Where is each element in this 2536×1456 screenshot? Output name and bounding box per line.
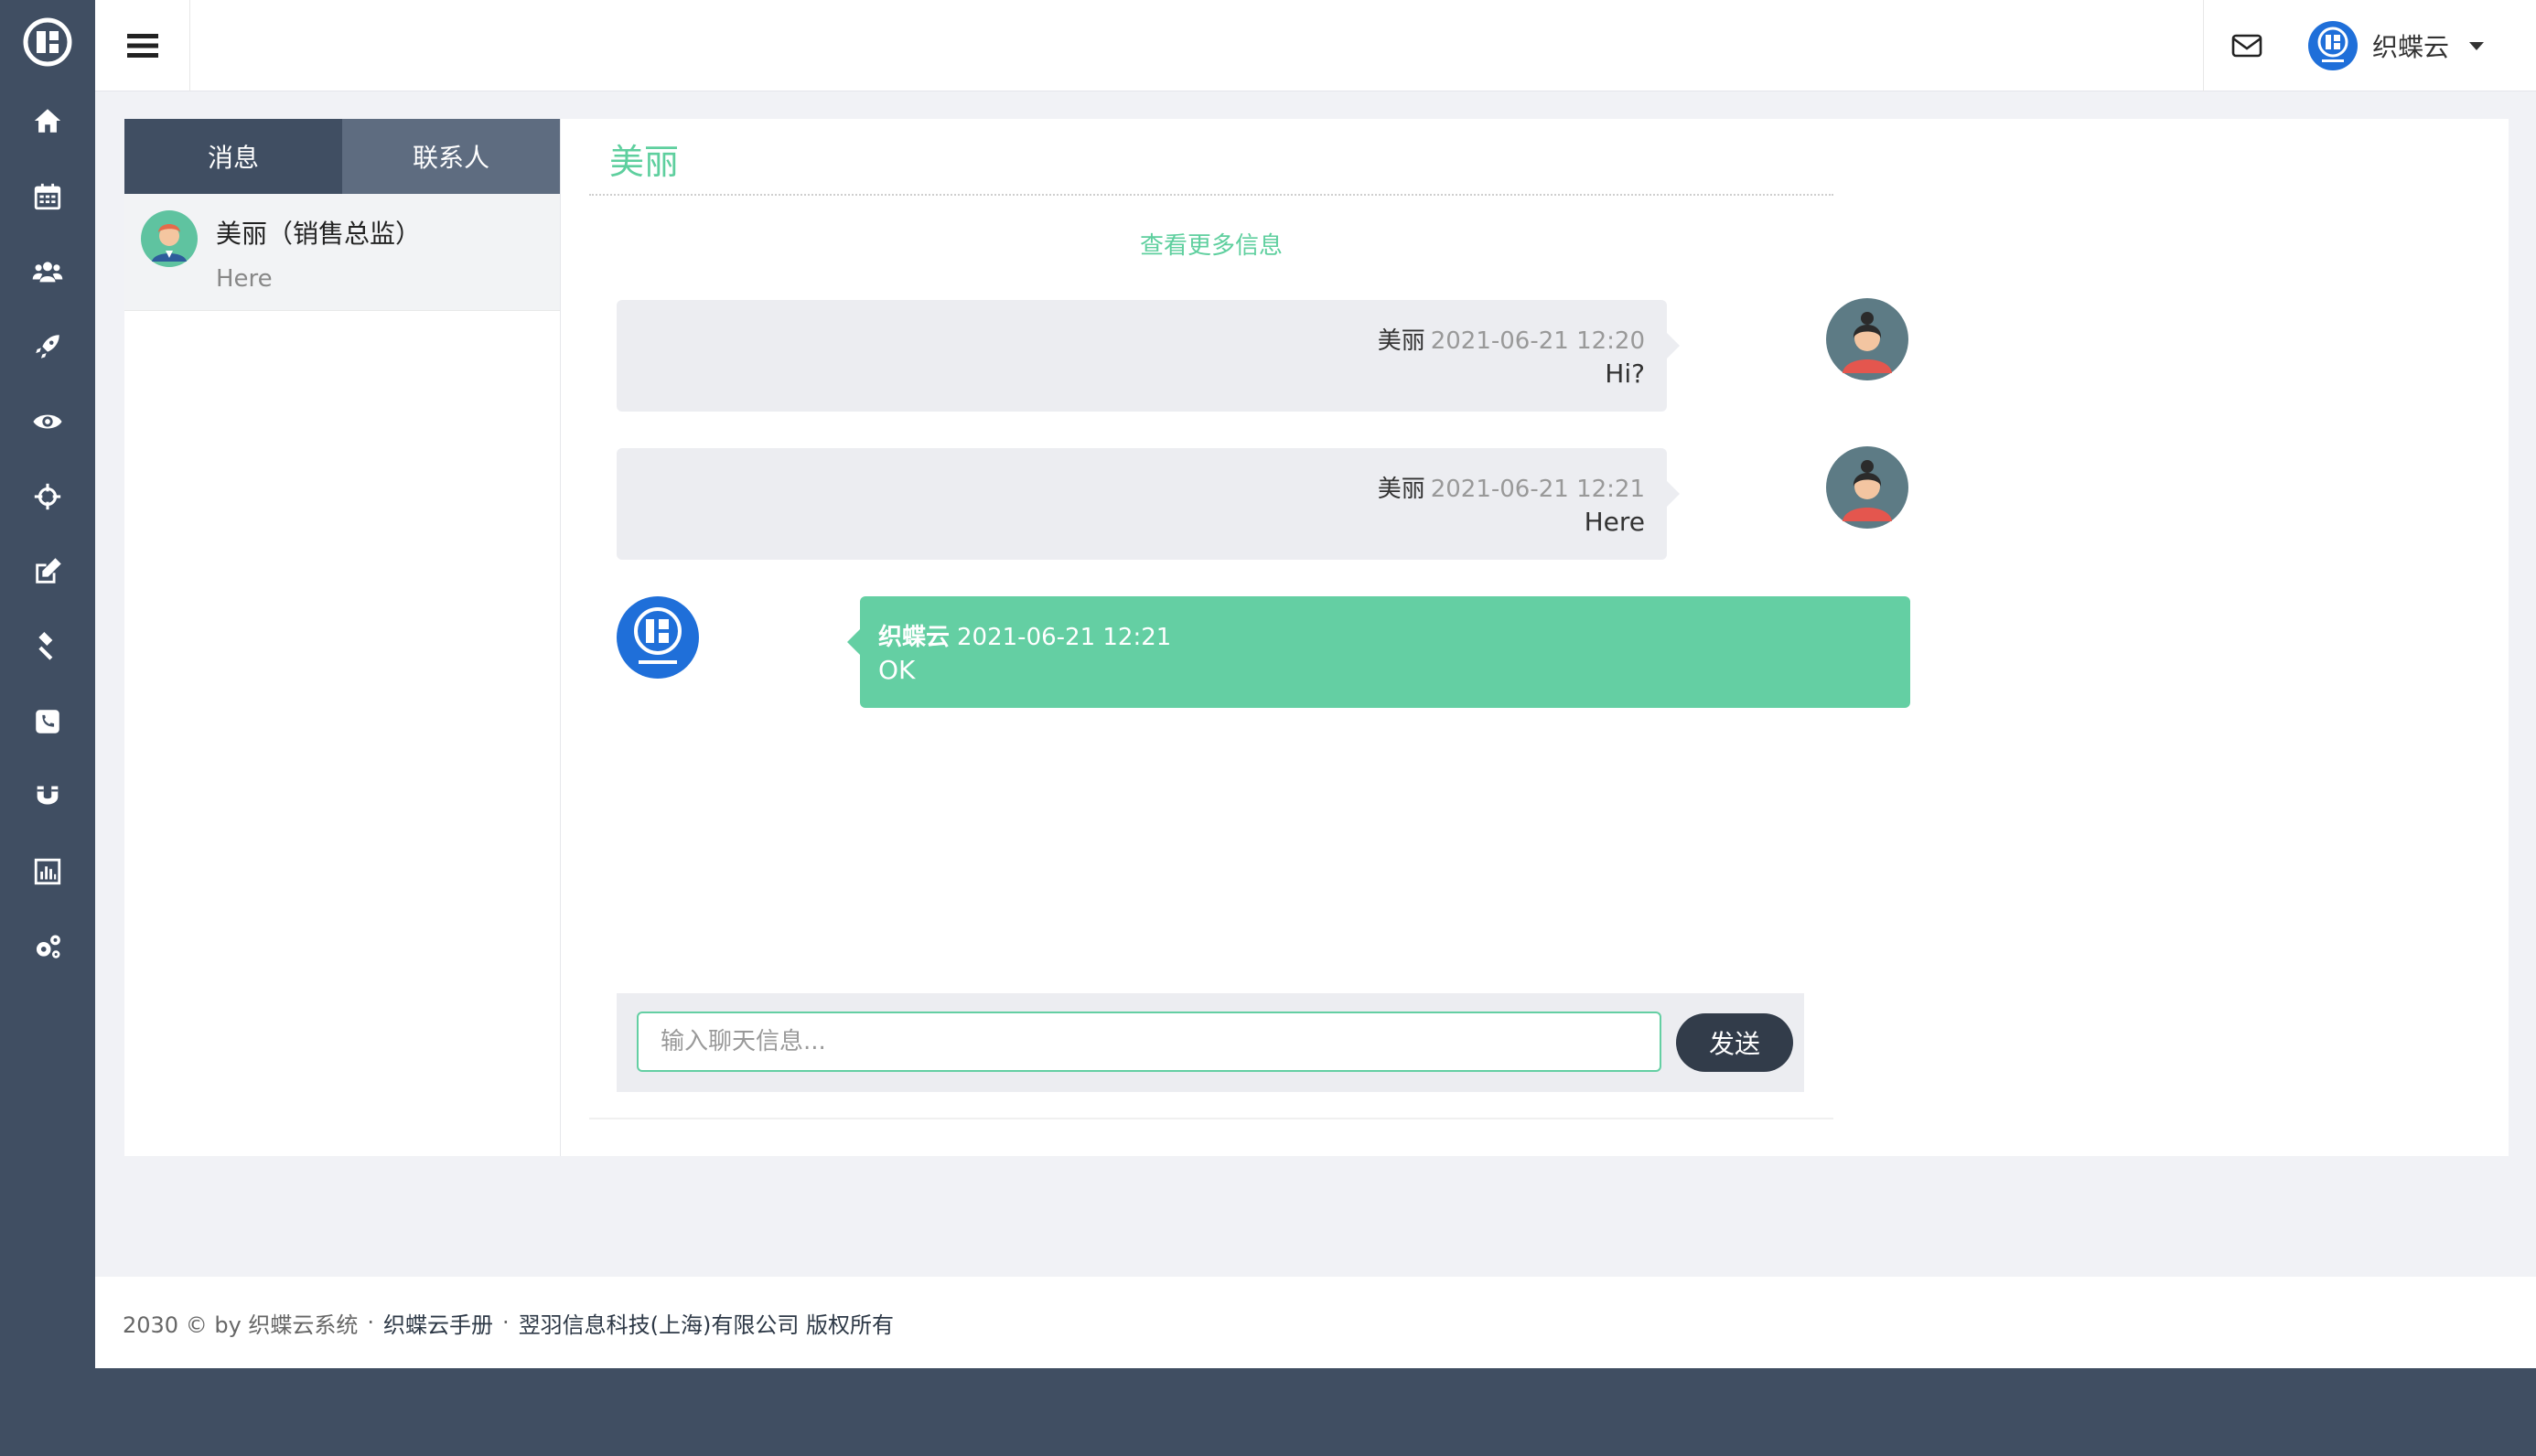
message-time: 2021-06-21 12:20 [1430, 327, 1645, 355]
message-sender: 织蝶云 [878, 624, 951, 651]
user-avatar-icon [617, 596, 699, 679]
chevron-down-icon [2469, 41, 2485, 50]
mail-icon[interactable] [2224, 27, 2270, 64]
eye-icon[interactable] [0, 390, 95, 454]
message-composer: 发送 [617, 993, 1804, 1092]
message-meta: 美丽 2021-06-21 12:20 [1378, 322, 1645, 356]
footer-separator: · [367, 1310, 375, 1335]
contact-avatar [1826, 446, 1908, 529]
message-sender: 美丽 [1377, 476, 1425, 503]
top-bar: 织蝶云 [95, 0, 2536, 91]
message-text: Hi? [1605, 359, 1645, 389]
contact-avatar [1826, 298, 1908, 380]
tab-messages[interactable]: 消息 [124, 119, 342, 194]
topbar-right: 织蝶云 [2203, 0, 2536, 91]
contact-last-message: Here [216, 265, 273, 293]
message-text: OK [878, 655, 916, 685]
user-avatar-icon [2308, 21, 2358, 70]
left-sidebar [0, 0, 95, 1456]
contact-item[interactable]: 美丽（销售总监） Here [124, 194, 560, 311]
users-icon[interactable] [0, 240, 95, 304]
message-text: Here [1584, 507, 1645, 537]
chat-panel: 美丽 查看更多信息 美丽 2021-06-21 12:20 Hi? 美丽 2021-… [589, 119, 1910, 1119]
footer-copyright: 2030 © by 织蝶云系统 [123, 1311, 359, 1338]
message-sender: 美丽 [1377, 327, 1425, 355]
footer-company-link[interactable]: 翌羽信息科技(上海)有限公司 版权所有 [519, 1307, 894, 1339]
message-bubble: 美丽 2021-06-21 12:21 Here [617, 448, 1680, 560]
message-time: 2021-06-21 12:21 [1430, 476, 1645, 503]
footer: 2030 © by 织蝶云系统 · 织蝶云手册 · 翌羽信息科技(上海)有限公司… [95, 1277, 2536, 1368]
message-bubble-own: 织蝶云 2021-06-21 12:21 OK [847, 596, 1910, 708]
rocket-icon[interactable] [0, 315, 95, 379]
chat-input[interactable] [637, 1012, 1661, 1072]
menu-toggle-icon[interactable] [95, 0, 190, 91]
message-meta: 美丽 2021-06-21 12:21 [1378, 470, 1645, 504]
chat-card: 消息 联系人 美丽（销售总监） Here 美丽 查看更多信息 美丽 2021-06… [124, 119, 2509, 1156]
user-name: 织蝶云 [2372, 32, 2450, 62]
phone-icon[interactable] [0, 690, 95, 754]
bar-chart-icon[interactable] [0, 840, 95, 904]
contacts-panel: 消息 联系人 美丽（销售总监） Here [124, 119, 561, 1156]
contact-avatar [141, 210, 198, 267]
magnet-icon[interactable] [0, 765, 95, 829]
home-icon[interactable] [0, 89, 95, 153]
footer-separator: · [502, 1310, 510, 1335]
user-menu[interactable]: 织蝶云 [2308, 20, 2509, 71]
crosshair-icon[interactable] [0, 465, 95, 529]
contacts-tabs: 消息 联系人 [124, 119, 560, 194]
bottom-strip [95, 1368, 2536, 1456]
message-time: 2021-06-21 12:21 [957, 624, 1172, 651]
calendar-icon[interactable] [0, 165, 95, 229]
contact-name: 美丽（销售总监） [216, 219, 422, 249]
cogs-icon[interactable] [0, 915, 95, 979]
send-button[interactable]: 发送 [1676, 1013, 1793, 1072]
logo-icon[interactable] [0, 0, 95, 84]
load-more-link[interactable]: 查看更多信息 [589, 227, 1833, 261]
edit-icon[interactable] [0, 540, 95, 604]
gavel-icon[interactable] [0, 615, 95, 679]
chat-title: 美丽 [609, 142, 680, 182]
message-meta: 织蝶云 2021-06-21 12:21 [878, 618, 1171, 652]
chat-header: 美丽 [589, 119, 1833, 196]
footer-manual-link[interactable]: 织蝶云手册 [383, 1307, 493, 1339]
message-bubble: 美丽 2021-06-21 12:20 Hi? [617, 300, 1680, 412]
tab-contacts[interactable]: 联系人 [342, 119, 560, 194]
